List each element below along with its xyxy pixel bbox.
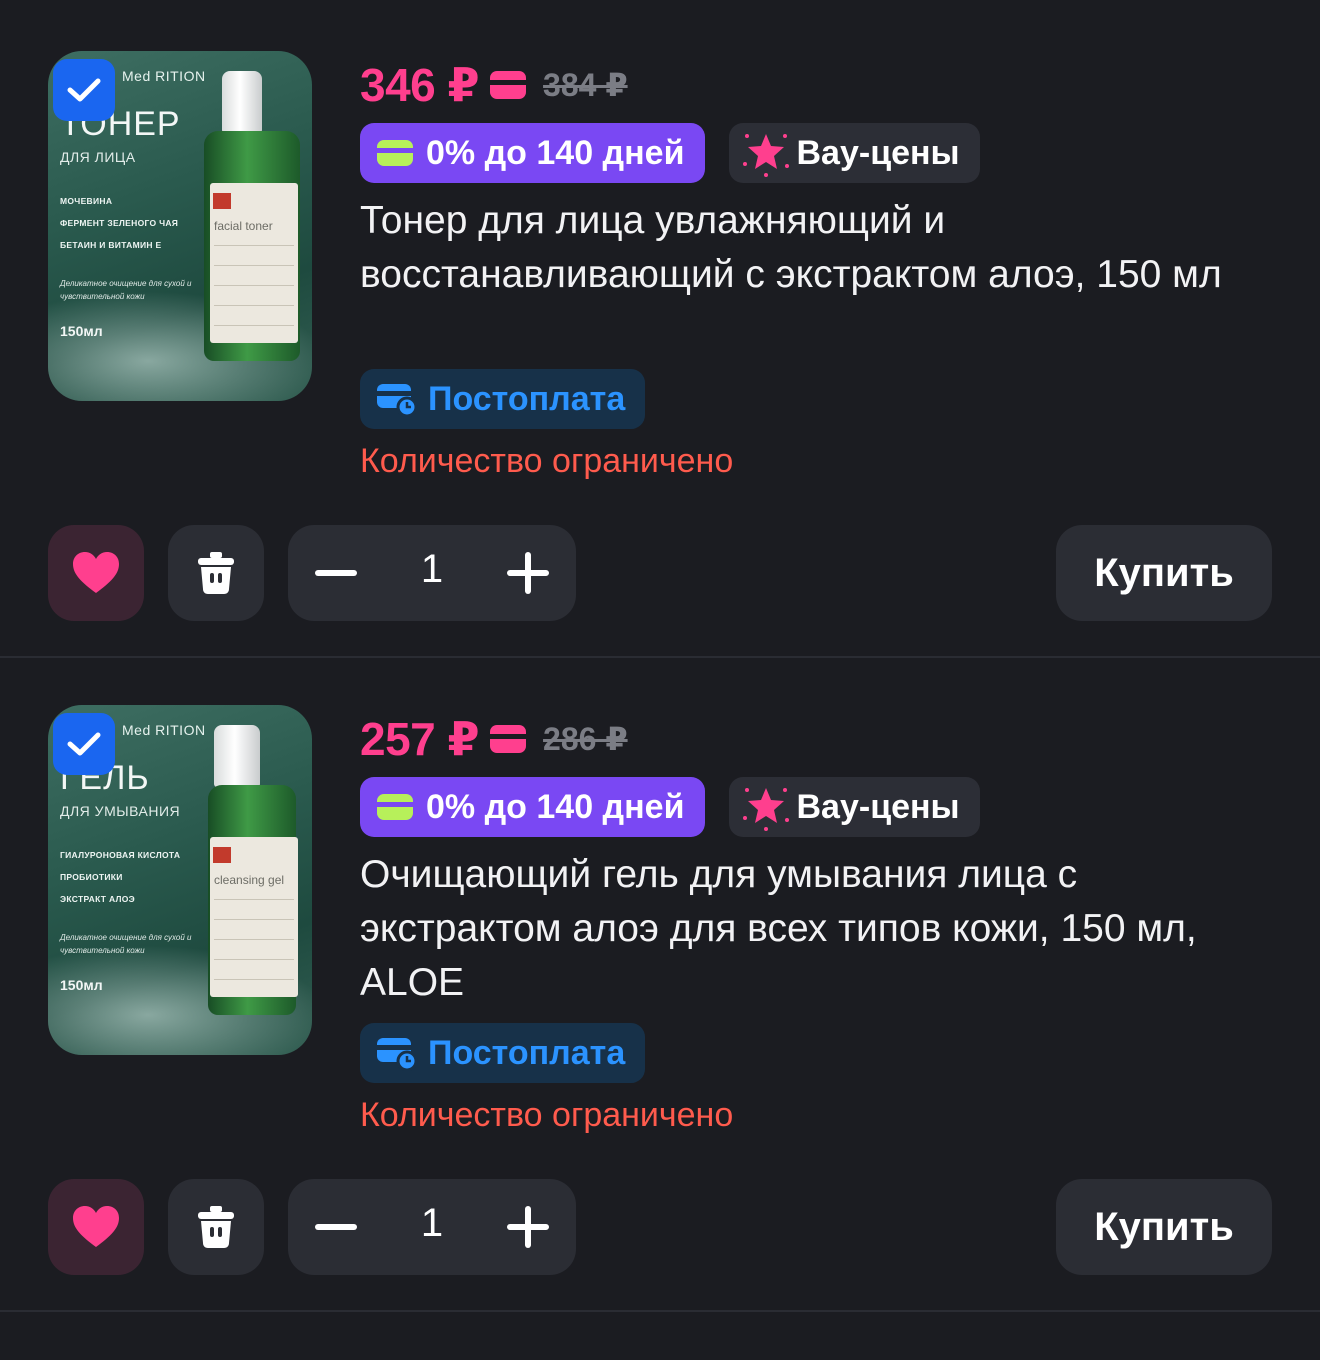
cart-item: Med RITION ГЕЛЬ ДЛЯ УМЫВАНИЯ ГИАЛУРОНОВА… bbox=[0, 658, 1320, 1312]
wow-prices-badge[interactable]: Вау-цены bbox=[728, 777, 980, 837]
card-icon bbox=[377, 140, 413, 166]
favorite-button[interactable] bbox=[48, 1179, 144, 1275]
bottle-label: cleansing gel bbox=[214, 873, 285, 887]
image-ingredient: МОЧЕВИНА bbox=[60, 196, 113, 206]
installment-label: 0% до 140 дней bbox=[426, 133, 685, 172]
product-name[interactable]: Очищающий гель для умывания лица с экстр… bbox=[360, 848, 1260, 1010]
trash-icon bbox=[198, 552, 234, 594]
postpay-label: Постоплата bbox=[428, 1033, 626, 1072]
image-volume: 150мл bbox=[60, 977, 103, 993]
limited-quantity-note: Количество ограничено bbox=[360, 442, 734, 480]
plus-icon bbox=[507, 1206, 549, 1248]
sparkle-star-icon bbox=[742, 788, 789, 831]
card-clock-icon bbox=[377, 384, 418, 417]
trash-icon bbox=[198, 1206, 234, 1248]
badges: 0% до 140 дней Вау-цены bbox=[360, 777, 980, 837]
old-price: 286 ₽ bbox=[543, 721, 628, 757]
image-volume: 150мл bbox=[60, 323, 103, 339]
increase-button[interactable] bbox=[504, 549, 552, 597]
image-subtitle: ДЛЯ УМЫВАНИЯ bbox=[60, 803, 181, 819]
heart-icon bbox=[73, 552, 119, 593]
installment-label: 0% до 140 дней bbox=[426, 787, 685, 826]
installment-badge[interactable]: 0% до 140 дней bbox=[360, 123, 705, 183]
postpay-label: Постоплата bbox=[428, 379, 626, 418]
divider bbox=[0, 1310, 1320, 1312]
image-brand: Med RITION bbox=[122, 722, 206, 738]
quantity-stepper: 1 bbox=[288, 1179, 576, 1275]
buy-button[interactable]: Купить bbox=[1056, 525, 1272, 621]
quantity-value: 1 bbox=[420, 1201, 444, 1245]
plus-icon bbox=[507, 552, 549, 594]
postpay-badge[interactable]: Постоплата bbox=[360, 1023, 646, 1083]
product-name[interactable]: Тонер для лица увлажняющий и восстанавли… bbox=[360, 194, 1260, 302]
image-ingredient: ГИАЛУРОНОВАЯ КИСЛОТА bbox=[60, 850, 181, 860]
quantity-stepper: 1 bbox=[288, 525, 576, 621]
price-row: 346 ₽ 384 ₽ bbox=[360, 54, 628, 116]
delete-button[interactable] bbox=[168, 1179, 264, 1275]
card-icon bbox=[490, 71, 527, 99]
decrease-button[interactable] bbox=[312, 549, 360, 597]
bottle-illustration: facial toner bbox=[204, 71, 304, 361]
favorite-button[interactable] bbox=[48, 525, 144, 621]
check-icon bbox=[67, 78, 101, 102]
price-row: 257 ₽ 286 ₽ bbox=[360, 708, 628, 770]
wow-prices-label: Вау-цены bbox=[796, 787, 960, 826]
image-ingredient: ПРОБИОТИКИ bbox=[60, 872, 123, 882]
bottle-illustration: cleansing gel bbox=[204, 725, 304, 1015]
badges: 0% до 140 дней Вау-цены bbox=[360, 123, 980, 183]
image-ingredient: ФЕРМЕНТ ЗЕЛЕНОГО ЧАЯ bbox=[60, 218, 179, 228]
image-subtitle: ДЛЯ ЛИЦА bbox=[60, 149, 136, 165]
quantity-value: 1 bbox=[420, 547, 444, 591]
bottle-label: facial toner bbox=[214, 219, 273, 233]
heart-icon bbox=[73, 1206, 119, 1247]
old-price: 384 ₽ bbox=[543, 67, 628, 103]
wow-prices-label: Вау-цены bbox=[796, 133, 960, 172]
card-clock-icon bbox=[377, 1038, 418, 1071]
price: 257 ₽ bbox=[360, 713, 480, 765]
card-icon bbox=[377, 794, 413, 820]
increase-button[interactable] bbox=[504, 1203, 552, 1251]
image-ingredient: БЕТАИН И ВИТАМИН Е bbox=[60, 240, 162, 250]
decrease-button[interactable] bbox=[312, 1203, 360, 1251]
wow-prices-badge[interactable]: Вау-цены bbox=[728, 123, 980, 183]
image-ingredient: ЭКСТРАКТ АЛОЭ bbox=[60, 894, 136, 904]
check-icon bbox=[67, 732, 101, 756]
select-checkbox[interactable] bbox=[53, 713, 115, 775]
card-icon bbox=[490, 725, 527, 753]
image-brand: Med RITION bbox=[122, 68, 206, 84]
delete-button[interactable] bbox=[168, 525, 264, 621]
minus-icon bbox=[315, 570, 357, 576]
image-description: Деликатное очищение для сухой и чувствит… bbox=[60, 933, 192, 955]
item-actions: 1 Купить bbox=[48, 1179, 1272, 1275]
installment-badge[interactable]: 0% до 140 дней bbox=[360, 777, 705, 837]
sparkle-star-icon bbox=[742, 134, 789, 177]
postpay-badge[interactable]: Постоплата bbox=[360, 369, 646, 429]
select-checkbox[interactable] bbox=[53, 59, 115, 121]
limited-quantity-note: Количество ограничено bbox=[360, 1096, 734, 1134]
item-actions: 1 Купить bbox=[48, 525, 1272, 621]
cart-item: Med RITION ТОНЕР ДЛЯ ЛИЦА МОЧЕВИНА ФЕРМЕ… bbox=[0, 4, 1320, 658]
minus-icon bbox=[315, 1224, 357, 1230]
price: 346 ₽ bbox=[360, 59, 480, 111]
buy-button[interactable]: Купить bbox=[1056, 1179, 1272, 1275]
image-description: Деликатное очищение для сухой и чувствит… bbox=[60, 279, 192, 301]
